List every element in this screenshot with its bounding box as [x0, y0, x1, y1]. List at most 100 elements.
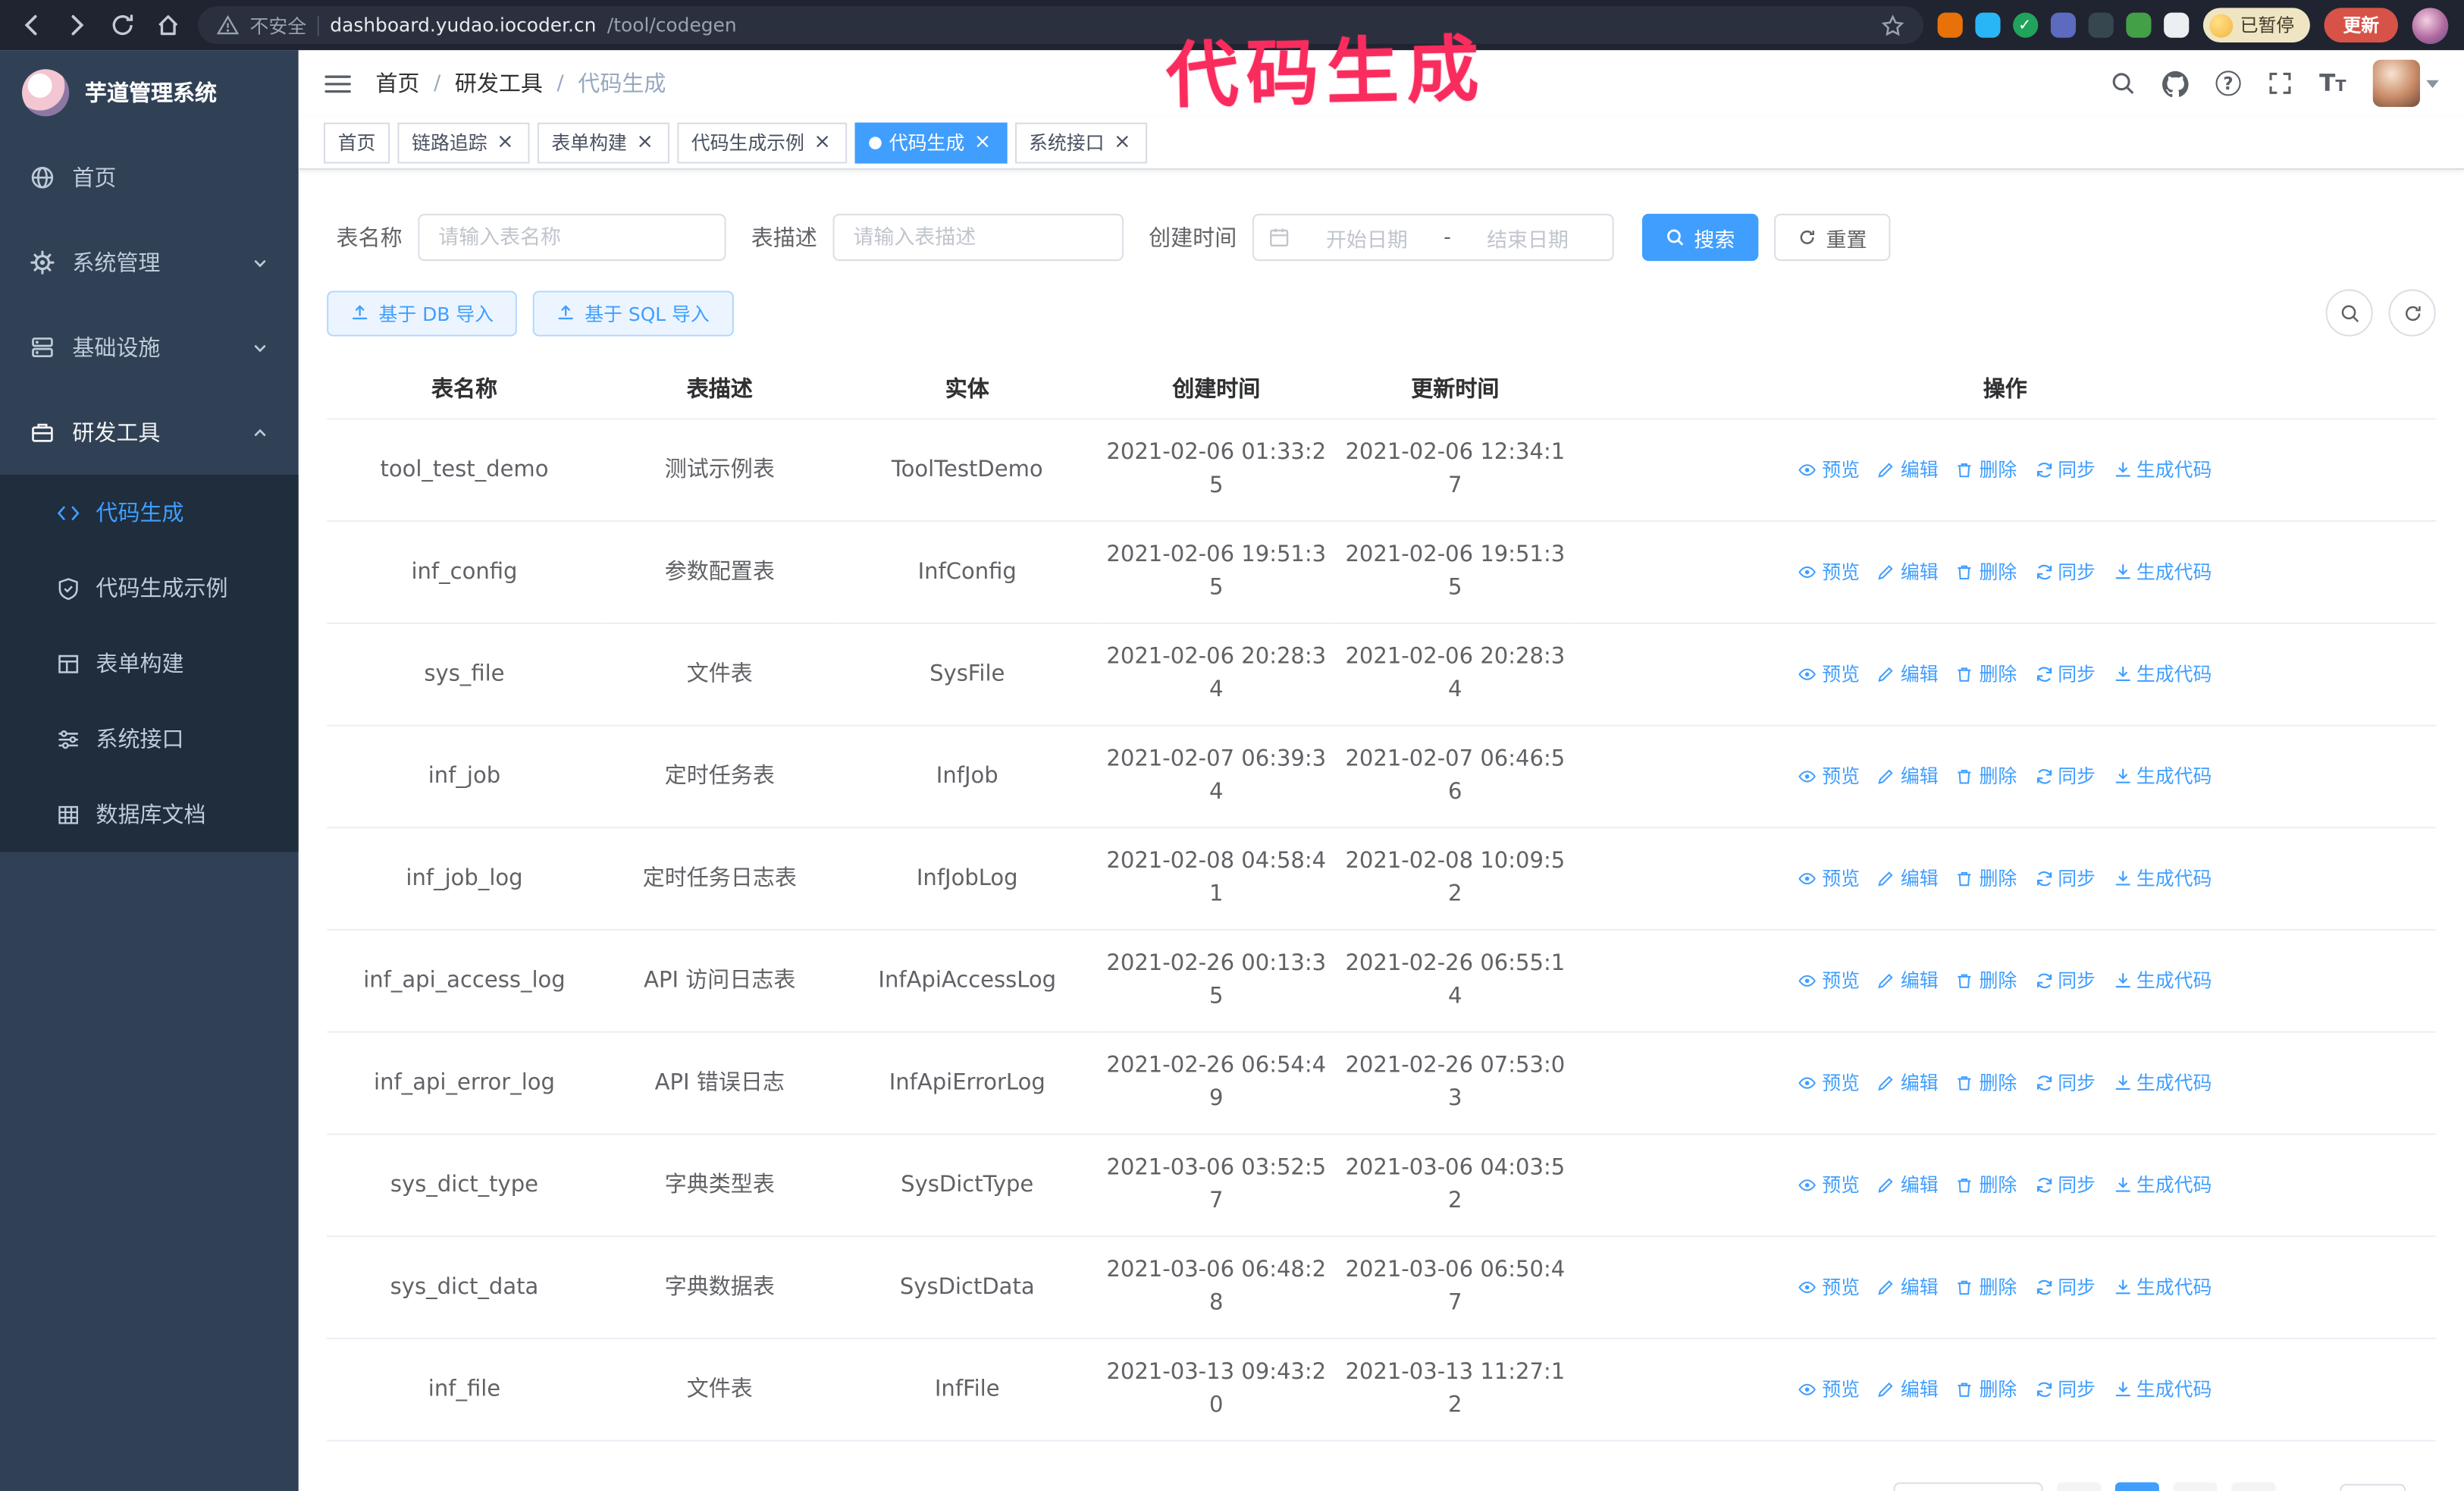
- extension-icon-7[interactable]: [2163, 12, 2189, 38]
- delete-link[interactable]: 删除: [1955, 1069, 2017, 1097]
- github-icon[interactable]: [2161, 70, 2189, 97]
- tab-home[interactable]: 首页: [323, 121, 390, 163]
- table-desc-input[interactable]: [832, 213, 1124, 262]
- sync-link[interactable]: 同步: [2034, 967, 2096, 995]
- sidebar-subitem-system-api[interactable]: 系统接口: [0, 701, 299, 776]
- create-time-range-picker[interactable]: 开始日期 - 结束日期: [1252, 213, 1614, 262]
- close-icon[interactable]: ×: [973, 132, 993, 152]
- refresh-table-button[interactable]: [2388, 289, 2436, 337]
- edit-link[interactable]: 编辑: [1877, 1171, 1939, 1199]
- breadcrumb-home[interactable]: 首页: [375, 67, 419, 99]
- forward-button[interactable]: [61, 9, 92, 40]
- extension-icon-1[interactable]: [1936, 12, 1962, 38]
- tab-codegen[interactable]: 代码生成 ×: [854, 121, 1007, 163]
- paused-badge[interactable]: 已暂停: [2202, 8, 2310, 42]
- browser-profile-avatar[interactable]: [2412, 7, 2449, 43]
- extension-icon-2[interactable]: [1974, 12, 2000, 38]
- back-button[interactable]: [16, 9, 47, 40]
- preview-link[interactable]: 预览: [1798, 1376, 1860, 1404]
- extension-icon-6[interactable]: [2125, 12, 2151, 38]
- tab-tracing[interactable]: 链路追踪 ×: [397, 121, 530, 163]
- update-button[interactable]: 更新: [2324, 8, 2398, 42]
- sidebar-item-system[interactable]: 系统管理: [0, 220, 299, 305]
- delete-link[interactable]: 删除: [1955, 456, 2017, 484]
- tab-system-api[interactable]: 系统接口 ×: [1014, 121, 1147, 163]
- prev-page-button[interactable]: ‹: [2057, 1482, 2102, 1491]
- sync-link[interactable]: 同步: [2034, 558, 2096, 586]
- fullscreen-icon[interactable]: [2268, 71, 2293, 96]
- generate-code-link[interactable]: 生成代码: [2113, 456, 2212, 484]
- delete-link[interactable]: 删除: [1955, 1273, 2017, 1301]
- extension-icon-5[interactable]: [2087, 12, 2113, 38]
- close-icon[interactable]: ×: [635, 132, 655, 152]
- preview-link[interactable]: 预览: [1798, 661, 1860, 689]
- help-icon[interactable]: ?: [2215, 71, 2241, 96]
- reload-button[interactable]: [107, 9, 138, 40]
- generate-code-link[interactable]: 生成代码: [2113, 967, 2212, 995]
- edit-link[interactable]: 编辑: [1877, 762, 1939, 790]
- close-icon[interactable]: ×: [812, 132, 832, 152]
- bookmark-star-icon[interactable]: [1880, 14, 1904, 37]
- preview-link[interactable]: 预览: [1798, 762, 1860, 790]
- tab-codegen-demo[interactable]: 代码生成示例 ×: [677, 121, 847, 163]
- sync-link[interactable]: 同步: [2034, 1273, 2096, 1301]
- goto-page-input[interactable]: [2340, 1483, 2406, 1491]
- address-bar[interactable]: 不安全 dashboard.yudao.iocoder.cn/tool/code…: [198, 6, 1923, 45]
- search-button[interactable]: 搜索: [1641, 213, 1759, 262]
- extension-icon-3[interactable]: ✓: [2012, 12, 2038, 38]
- generate-code-link[interactable]: 生成代码: [2113, 762, 2212, 790]
- sidebar-toggle-icon[interactable]: [324, 71, 352, 95]
- preview-link[interactable]: 预览: [1798, 1171, 1860, 1199]
- preview-link[interactable]: 预览: [1798, 967, 1860, 995]
- delete-link[interactable]: 删除: [1955, 1376, 2017, 1404]
- sync-link[interactable]: 同步: [2034, 865, 2096, 893]
- edit-link[interactable]: 编辑: [1877, 1069, 1939, 1097]
- preview-link[interactable]: 预览: [1798, 558, 1860, 586]
- edit-link[interactable]: 编辑: [1877, 1273, 1939, 1301]
- page-button-2[interactable]: 2: [2173, 1482, 2218, 1491]
- tab-form-builder[interactable]: 表单构建 ×: [537, 121, 669, 163]
- delete-link[interactable]: 删除: [1955, 865, 2017, 893]
- edit-link[interactable]: 编辑: [1877, 661, 1939, 689]
- home-button[interactable]: [152, 9, 183, 40]
- sync-link[interactable]: 同步: [2034, 661, 2096, 689]
- generate-code-link[interactable]: 生成代码: [2113, 1273, 2212, 1301]
- delete-link[interactable]: 删除: [1955, 967, 2017, 995]
- sidebar-subitem-codegen[interactable]: 代码生成: [0, 475, 299, 550]
- edit-link[interactable]: 编辑: [1877, 456, 1939, 484]
- delete-link[interactable]: 删除: [1955, 762, 2017, 790]
- generate-code-link[interactable]: 生成代码: [2113, 1069, 2212, 1097]
- preview-link[interactable]: 预览: [1798, 1069, 1860, 1097]
- next-page-button[interactable]: ›: [2231, 1482, 2276, 1491]
- sidebar-item-devtools[interactable]: 研发工具: [0, 390, 299, 475]
- sidebar-subitem-codegen-demo[interactable]: 代码生成示例: [0, 550, 299, 625]
- generate-code-link[interactable]: 生成代码: [2113, 661, 2212, 689]
- generate-code-link[interactable]: 生成代码: [2113, 865, 2212, 893]
- close-icon[interactable]: ×: [1112, 132, 1133, 152]
- sync-link[interactable]: 同步: [2034, 456, 2096, 484]
- preview-link[interactable]: 预览: [1798, 1273, 1860, 1301]
- toggle-search-button[interactable]: [2325, 289, 2373, 337]
- app-logo[interactable]: 芋道管理系统: [0, 50, 299, 135]
- generate-code-link[interactable]: 生成代码: [2113, 1171, 2212, 1199]
- delete-link[interactable]: 删除: [1955, 558, 2017, 586]
- breadcrumb-devtools[interactable]: 研发工具: [455, 67, 543, 99]
- generate-code-link[interactable]: 生成代码: [2113, 1376, 2212, 1404]
- table-name-input[interactable]: [418, 213, 726, 262]
- sync-link[interactable]: 同步: [2034, 1376, 2096, 1404]
- edit-link[interactable]: 编辑: [1877, 558, 1939, 586]
- sync-link[interactable]: 同步: [2034, 1069, 2096, 1097]
- page-button-1[interactable]: 1: [2114, 1482, 2159, 1491]
- extension-icon-4[interactable]: [2049, 12, 2076, 38]
- edit-link[interactable]: 编辑: [1877, 865, 1939, 893]
- import-sql-button[interactable]: 基于 SQL 导入: [532, 290, 733, 336]
- sidebar-subitem-db-doc[interactable]: 数据库文档: [0, 777, 299, 852]
- sidebar-item-home[interactable]: 首页: [0, 135, 299, 220]
- reset-button[interactable]: 重置: [1774, 213, 1891, 262]
- sync-link[interactable]: 同步: [2034, 1171, 2096, 1199]
- header-search-icon[interactable]: [2111, 71, 2136, 96]
- font-size-icon[interactable]: TT: [2319, 71, 2346, 95]
- edit-link[interactable]: 编辑: [1877, 1376, 1939, 1404]
- import-db-button[interactable]: 基于 DB 导入: [327, 290, 518, 336]
- sidebar-subitem-form-builder[interactable]: 表单构建: [0, 626, 299, 701]
